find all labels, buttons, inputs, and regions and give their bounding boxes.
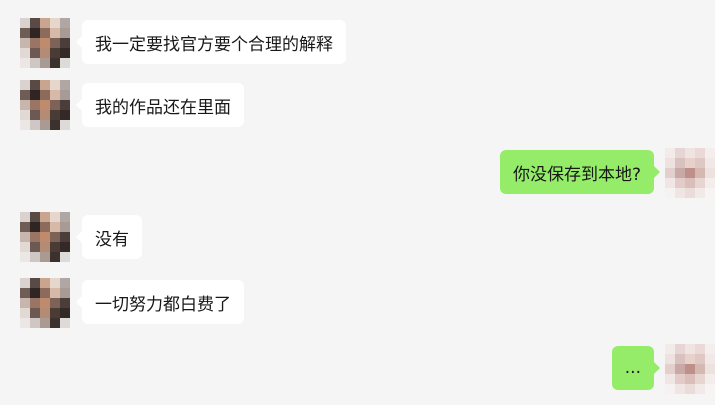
avatar-other-user[interactable] (20, 80, 70, 130)
avatar-other-user[interactable] (20, 212, 70, 262)
message-bubble-incoming[interactable]: 一切努力都白费了 (76, 280, 244, 324)
message-text: 你没保存到本地? (512, 164, 641, 185)
message-bubble-incoming[interactable]: 没有 (76, 215, 142, 259)
message-text: 我一定要找官方要个合理的解释 (95, 34, 333, 55)
chat-window: 我一定要找官方要个合理的解释 我的作品还在里面 你没保存到本地? 没有 一切努力… (0, 0, 715, 405)
message-text: 我的作品还在里面 (95, 97, 231, 118)
message-bubble-outgoing[interactable]: ... (611, 346, 661, 390)
avatar-other-user[interactable] (20, 278, 70, 328)
avatar-other-user[interactable] (20, 18, 70, 68)
message-bubble-outgoing[interactable]: 你没保存到本地? (499, 150, 661, 194)
message-text: 没有 (95, 229, 129, 250)
message-text: ... (624, 358, 641, 378)
message-text: 一切努力都白费了 (95, 294, 231, 315)
message-bubble-incoming[interactable]: 我一定要找官方要个合理的解释 (76, 20, 346, 64)
avatar-self[interactable] (665, 344, 715, 394)
avatar-self[interactable] (665, 148, 715, 198)
message-bubble-incoming[interactable]: 我的作品还在里面 (76, 83, 244, 127)
